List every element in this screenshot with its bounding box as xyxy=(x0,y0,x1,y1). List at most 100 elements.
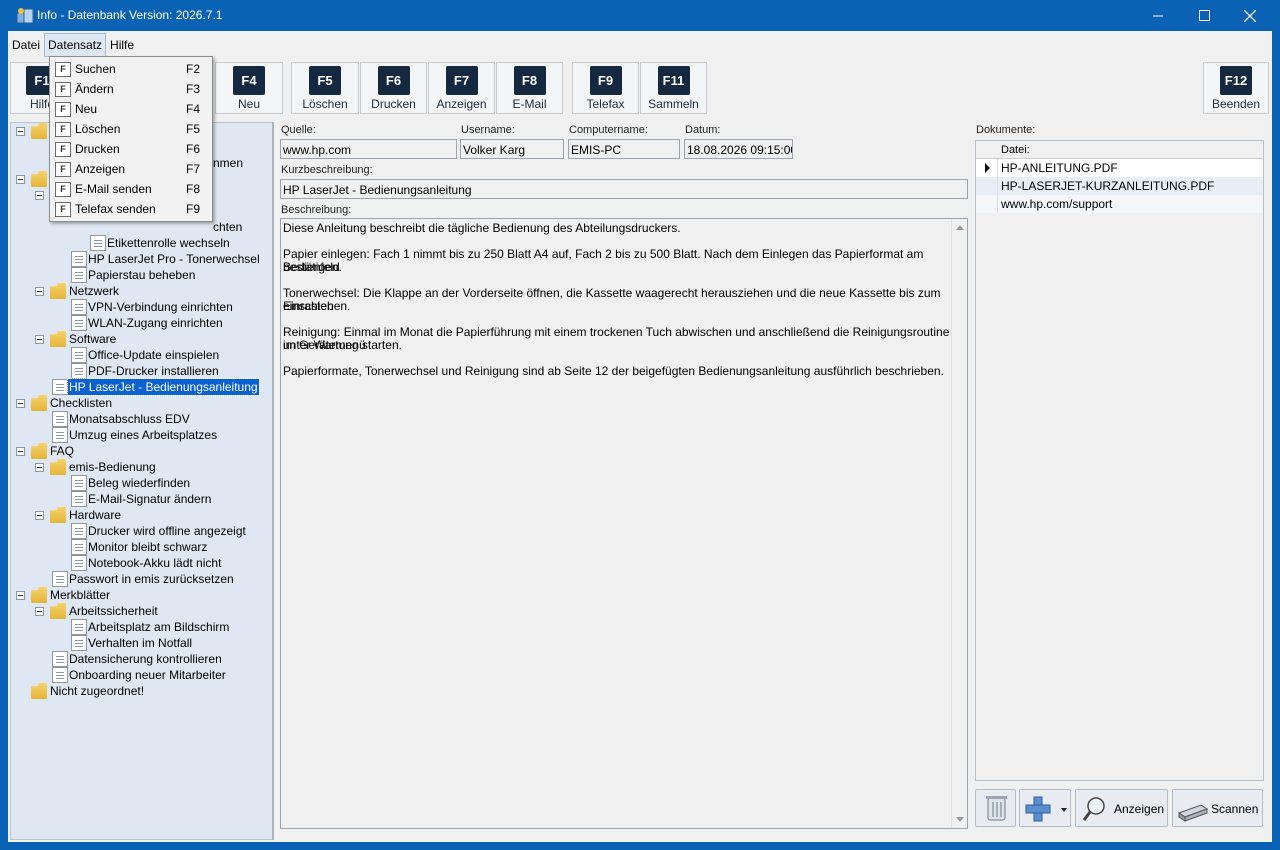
tree-node[interactable]: PDF-Drucker installieren xyxy=(71,363,271,379)
tree-node[interactable]: Passwort in emis zurücksetzen xyxy=(52,571,262,587)
tree-node[interactable]: Notebook-Akku lädt nicht xyxy=(71,555,271,571)
tree-node[interactable]: Onboarding neuer Mitarbeiter xyxy=(52,667,262,683)
menu-item-new[interactable]: F Neu F4 xyxy=(52,99,210,119)
menu-item-edit[interactable]: F Ändern F3 xyxy=(52,79,210,99)
file-column-header[interactable]: Datei: xyxy=(1001,144,1030,156)
tree-node[interactable]: Monitor bleibt schwarz xyxy=(71,539,271,555)
toolbar-button-new[interactable]: F4 Neu xyxy=(215,62,283,114)
collapse-icon[interactable] xyxy=(16,175,25,184)
menu-item-shortcut: F3 xyxy=(185,82,200,96)
scroll-up-icon[interactable] xyxy=(956,225,964,230)
tree-node[interactable]: Monatsabschluss EDV xyxy=(52,411,252,427)
tree-node[interactable]: E-Mail-Signatur ändern xyxy=(71,491,271,507)
source-field[interactable]: www.hp.com xyxy=(280,139,457,159)
tree-node[interactable]: emis-Bedienung xyxy=(33,459,233,475)
collapse-icon[interactable] xyxy=(35,191,44,200)
row-header[interactable] xyxy=(976,159,998,177)
document-icon xyxy=(71,619,87,635)
tree-node[interactable] xyxy=(14,123,54,139)
tree-node[interactable]: Umzug eines Arbeitsplatzes xyxy=(52,427,252,443)
tree-node[interactable]: Nicht zugeordnet! xyxy=(14,683,214,699)
close-button[interactable] xyxy=(1227,0,1273,31)
maximize-button[interactable] xyxy=(1181,0,1227,31)
toolbar-button-print[interactable]: F6 Drucken xyxy=(360,62,427,114)
tree-node-label: Office-Update einspielen xyxy=(88,348,220,362)
tree-node[interactable] xyxy=(14,171,54,187)
toolbar-button-email[interactable]: F8 E-Mail xyxy=(496,62,563,114)
menu-datei[interactable]: Datei xyxy=(8,33,44,57)
tree-node[interactable]: Arbeitssicherheit xyxy=(33,603,233,619)
tree-node[interactable]: Hardware xyxy=(33,507,233,523)
tree-node[interactable]: HP LaserJet Pro - Tonerwechsel xyxy=(71,251,271,267)
add-document-button[interactable] xyxy=(1019,789,1071,827)
document-icon xyxy=(71,315,87,331)
tree-node[interactable]: VPN-Verbindung einrichten xyxy=(71,299,271,315)
collapse-icon[interactable] xyxy=(35,335,44,344)
tree-node-label: chten xyxy=(213,220,243,234)
document-row[interactable]: www.hp.com/support xyxy=(976,195,1263,213)
collapse-icon[interactable] xyxy=(35,287,44,296)
short-description-label: Kurzbeschreibung: xyxy=(281,164,373,176)
toolbar-button-show[interactable]: F7 Anzeigen xyxy=(428,62,495,114)
collapse-icon[interactable] xyxy=(16,591,25,600)
menu-item-show[interactable]: F Anzeigen F7 xyxy=(52,159,210,179)
toolbar-button-collect[interactable]: F11 Sammeln xyxy=(640,62,707,114)
scroll-down-icon[interactable] xyxy=(956,817,964,822)
short-description-field[interactable]: HP LaserJet - Bedienungsanleitung xyxy=(280,179,968,199)
scanner-icon xyxy=(1177,804,1209,822)
tree-node[interactable]: FAQ xyxy=(14,443,214,459)
tree-node[interactable]: Netzwerk xyxy=(33,283,233,299)
tree-node[interactable]: Drucker wird offline angezeigt xyxy=(71,523,271,539)
menu-item-send-fax[interactable]: F Telefax senden F9 xyxy=(52,199,210,219)
computername-field[interactable]: EMIS-PC xyxy=(568,139,680,159)
tree-node[interactable]: Merkblätter xyxy=(14,587,214,603)
tree-node-label: Netzwerk xyxy=(69,284,120,298)
toolbar-button-delete[interactable]: F5 Löschen xyxy=(291,62,359,114)
menu-item-shortcut: F5 xyxy=(185,122,200,136)
datensatz-dropdown-menu: F Suchen F2 F Ändern F3 F Neu F4 F Lösch… xyxy=(49,56,213,222)
tree-node-label: Passwort in emis zurücksetzen xyxy=(69,572,234,586)
document-icon xyxy=(71,363,87,379)
menu-item-send-email[interactable]: F E-Mail senden F8 xyxy=(52,179,210,199)
menu-hilfe[interactable]: Hilfe xyxy=(106,33,138,57)
tree-splitter[interactable] xyxy=(272,122,274,840)
collapse-icon[interactable] xyxy=(16,447,25,456)
tree-node[interactable]: Etikettenrolle wechseln xyxy=(90,235,270,251)
collapse-icon[interactable] xyxy=(16,399,25,408)
scan-button[interactable]: Scannen xyxy=(1172,789,1263,827)
date-field[interactable]: 18.08.2026 09:15:00 xyxy=(684,139,793,159)
tree-node-label: Software xyxy=(69,332,117,346)
menu-item-shortcut: F9 xyxy=(185,202,200,216)
description-textarea[interactable]: Diese Anleitung beschreibt die tägliche … xyxy=(280,218,968,829)
row-header[interactable] xyxy=(976,177,998,195)
collapse-icon[interactable] xyxy=(35,607,44,616)
tree-node[interactable]: WLAN-Zugang einrichten xyxy=(71,315,271,331)
row-header[interactable] xyxy=(976,195,998,213)
delete-document-button[interactable] xyxy=(975,789,1016,827)
tree-node[interactable]: Arbeitsplatz am Bildschirm xyxy=(71,619,271,635)
documents-grid[interactable]: Datei: HP-ANLEITUNG.PDF HP-LASERJET-KURZ… xyxy=(975,140,1264,781)
menu-item-delete[interactable]: F Löschen F5 xyxy=(52,119,210,139)
tree-node[interactable]: Datensicherung kontrollieren xyxy=(52,651,262,667)
menu-datensatz[interactable]: Datensatz xyxy=(44,33,107,57)
menu-item-print[interactable]: F Drucken F6 xyxy=(52,139,210,159)
collapse-icon[interactable] xyxy=(16,127,25,136)
minimize-button[interactable] xyxy=(1135,0,1181,31)
collapse-icon[interactable] xyxy=(35,463,44,472)
tree-node-selected[interactable]: HP LaserJet - Bedienungsanleitung xyxy=(52,378,272,396)
menu-item-search[interactable]: F Suchen F2 xyxy=(52,59,210,79)
tree-node[interactable]: Office-Update einspielen xyxy=(71,347,271,363)
tree-node[interactable]: Checklisten xyxy=(14,395,214,411)
toolbar-button-fax[interactable]: F9 Telefax xyxy=(572,62,639,114)
document-row[interactable]: HP-ANLEITUNG.PDF xyxy=(976,159,1263,177)
username-field[interactable]: Volker Karg xyxy=(460,139,564,159)
description-scrollbar[interactable] xyxy=(951,219,967,828)
collapse-icon[interactable] xyxy=(35,511,44,520)
tree-node[interactable]: Papierstau beheben xyxy=(71,267,271,283)
show-document-button[interactable]: Anzeigen xyxy=(1075,789,1168,827)
tree-node[interactable]: Verhalten im Notfall xyxy=(71,635,271,651)
tree-node[interactable]: Beleg wiederfinden xyxy=(71,475,271,491)
document-row[interactable]: HP-LASERJET-KURZANLEITUNG.PDF xyxy=(976,177,1263,195)
tree-node[interactable]: Software xyxy=(33,331,233,347)
toolbar-button-exit[interactable]: F12 Beenden xyxy=(1203,62,1269,114)
